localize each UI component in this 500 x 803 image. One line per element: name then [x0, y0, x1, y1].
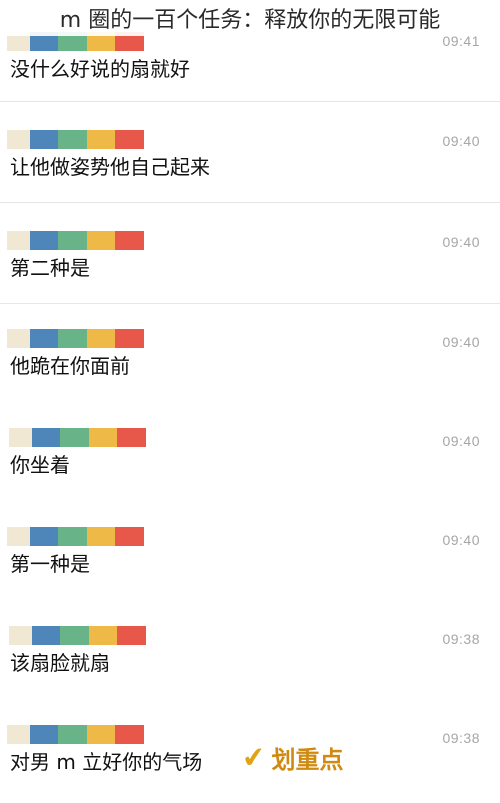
message-text: 第一种是	[10, 552, 90, 576]
list-item[interactable]: 09:40 第二种是	[0, 204, 500, 304]
redacted-sender-name	[7, 527, 144, 546]
message-text: 他跪在你面前	[10, 354, 130, 378]
redacted-sender-name	[7, 329, 144, 348]
chat-message-list: 09:41 没什么好说的扇就好 09:40 让他做姿势他自己起来 09:40 第…	[0, 0, 500, 803]
message-time: 09:38	[442, 631, 480, 647]
message-time: 09:40	[442, 532, 480, 548]
list-item[interactable]: 09:40 让他做姿势他自己起来	[0, 103, 500, 203]
list-item[interactable]: 09:40 第一种是	[0, 502, 500, 602]
message-time: 09:40	[442, 433, 480, 449]
redacted-sender-name	[7, 130, 144, 149]
message-time: 09:40	[442, 334, 480, 350]
list-item[interactable]: 09:40 你坐着	[0, 403, 500, 503]
list-item[interactable]: 09:38 该扇脸就扇	[0, 601, 500, 701]
highlight-annotation: ✔ 划重点	[240, 739, 344, 775]
message-time: 09:40	[442, 234, 480, 250]
redacted-sender-name	[9, 428, 146, 447]
list-item[interactable]: 09:40 他跪在你面前	[0, 304, 500, 404]
message-text: 让他做姿势他自己起来	[10, 155, 210, 179]
highlight-label: 划重点	[271, 745, 344, 774]
message-time: 09:38	[442, 730, 480, 746]
message-text: 没什么好说的扇就好	[10, 57, 190, 81]
message-text: 该扇脸就扇	[10, 651, 110, 675]
page-title: m 圈的一百个任务：释放你的无限可能	[0, 6, 500, 36]
message-time: 09:40	[442, 133, 480, 149]
message-text: 第二种是	[10, 256, 90, 280]
redacted-sender-name	[7, 231, 144, 250]
message-text: 你坐着	[10, 453, 70, 477]
redacted-sender-name	[9, 626, 146, 645]
message-text: 对男 m 立好你的气场	[10, 750, 203, 774]
redacted-sender-name	[7, 725, 144, 744]
checkmark-icon: ✔	[240, 739, 268, 775]
